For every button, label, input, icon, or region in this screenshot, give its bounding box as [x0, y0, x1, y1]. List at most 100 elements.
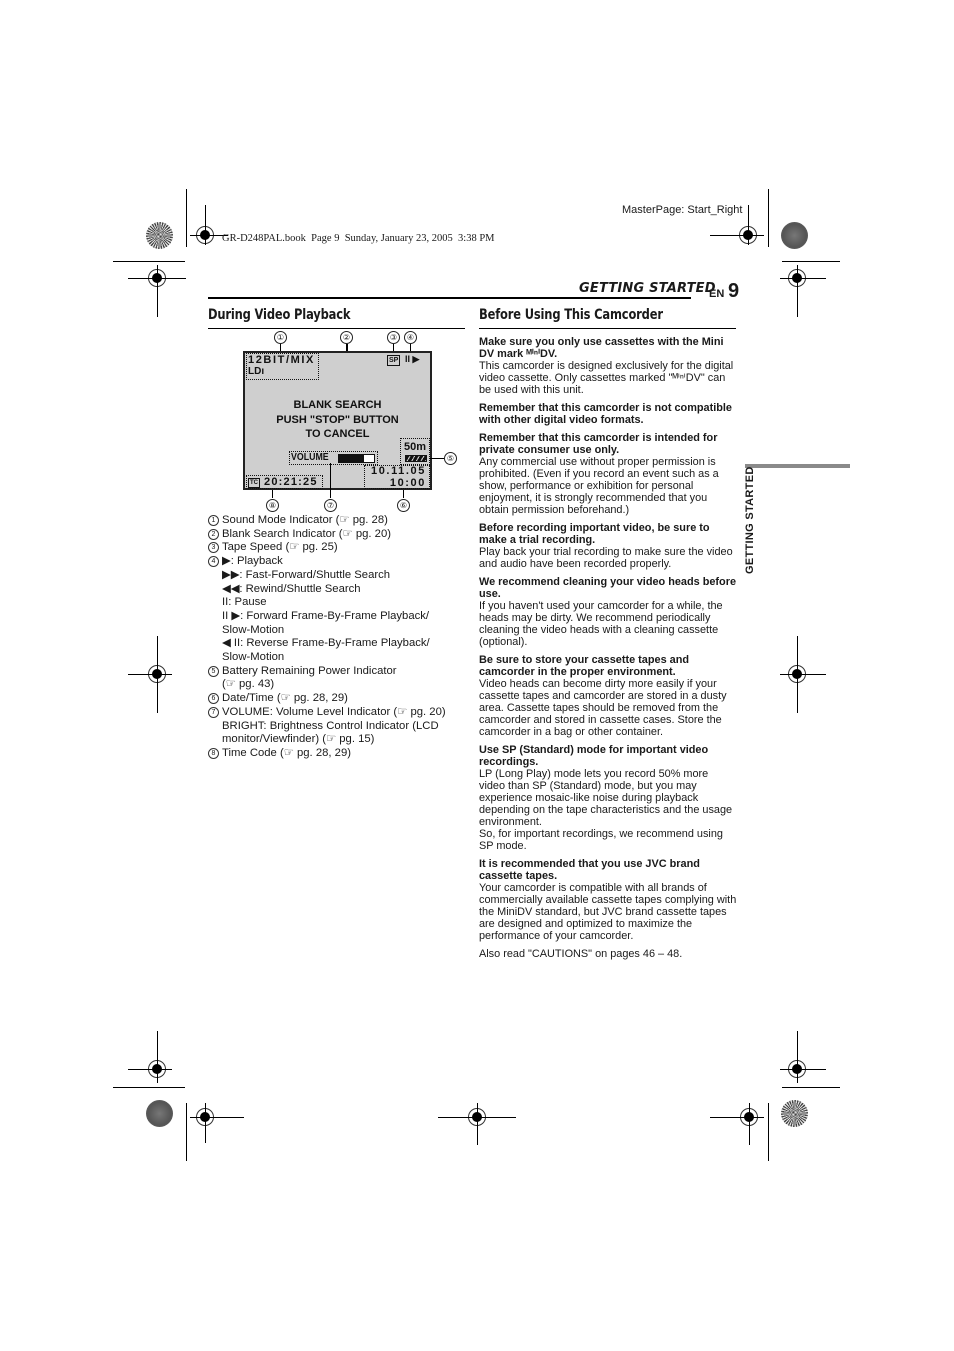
masterpage-label: MasterPage: Start_Right	[622, 204, 743, 216]
legend-item: 3 Tape Speed (☞ pg. 25)	[208, 541, 468, 555]
callout-8: ⑧	[266, 499, 279, 512]
blank-search-line-1: BLANK SEARCH	[293, 399, 382, 411]
section-title-before-using: Before Using This Camcorder	[479, 307, 663, 323]
book-slug: GR-D248PAL.book Page 9 Sunday, January 2…	[222, 233, 495, 244]
callout-5: ⑤	[444, 452, 457, 465]
precaution-body: Video heads can become dirty more easily…	[479, 678, 727, 738]
legend-item: 8 Time Code (☞ pg. 28, 29)	[208, 747, 468, 761]
crop-line	[782, 1087, 840, 1088]
precaution-heading: Remember that this camcorder is not comp…	[479, 402, 732, 426]
legend-item: 7 VOLUME: Volume Level Indicator (☞ pg. 2…	[208, 706, 468, 720]
legend-text: (☞ pg. 43)	[222, 678, 275, 691]
legend-item: 1 Sound Mode Indicator (☞ pg. 28)	[208, 514, 468, 528]
precaution-heading: Use SP (Standard) mode for important vid…	[479, 744, 709, 768]
reg-line	[797, 265, 798, 317]
legend-item: ◀ II: Reverse Frame-By-Frame Playback/	[208, 637, 468, 651]
precaution-paragraph: Before recording important video, be sur…	[479, 522, 737, 570]
crop-line	[113, 261, 185, 262]
reg-line	[190, 1117, 244, 1118]
legend-item: (☞ pg. 43)	[208, 678, 468, 692]
precaution-body: Any commercial use without proper permis…	[479, 456, 719, 516]
ld-indicator: LDı	[248, 366, 265, 377]
legend-number: 5	[208, 665, 219, 677]
callout-2: ②	[340, 331, 353, 344]
reg-line	[780, 1069, 826, 1070]
reg-line	[797, 636, 798, 713]
precaution-paragraph: Make sure you only use cassettes with th…	[479, 336, 737, 396]
color-target-icon	[146, 222, 173, 249]
reg-line	[780, 278, 826, 279]
legend-number: 2	[208, 528, 219, 540]
callout-3: ③	[387, 331, 400, 344]
legend-text: ▶: Playback	[222, 555, 283, 568]
legend-text: Time Code (☞ pg. 28, 29)	[222, 746, 352, 759]
precaution-body: This camcorder is designed exclusively f…	[479, 360, 734, 396]
legend-text: Sound Mode Indicator (☞ pg. 28)	[222, 514, 388, 526]
reg-line	[710, 1117, 764, 1118]
battery-icon	[405, 455, 427, 462]
precaution-paragraph: Remember that this camcorder is not comp…	[479, 402, 737, 426]
legend-text: II ▶: Forward Frame-By-Frame Playback/	[222, 609, 430, 622]
precaution-paragraph: Remember that this camcorder is intended…	[479, 432, 737, 516]
precaution-body: Your camcorder is compatible with all br…	[479, 882, 737, 942]
precaution-heading: It is recommended that you use JVC brand…	[479, 858, 700, 882]
tape-speed-indicator: SP	[387, 355, 401, 366]
reg-line	[205, 1103, 206, 1143]
legend-text: ◀ II: Reverse Frame-By-Frame Playback/	[222, 637, 430, 650]
precautions-body: Make sure you only use cassettes with th…	[479, 336, 737, 966]
legend-text: II: Pause	[222, 596, 267, 609]
leader-line	[272, 490, 273, 498]
legend-item: monitor/Viewfinder) (☞ pg. 15)	[208, 733, 468, 747]
reg-line	[157, 265, 158, 317]
language-code: EN	[709, 288, 725, 300]
legend-text: Blank Search Indicator (☞ pg. 20)	[222, 527, 391, 540]
reg-line	[157, 636, 158, 713]
callout-6: ⑥	[397, 499, 410, 512]
crop-line	[113, 1087, 185, 1088]
legend-number: 8	[208, 747, 219, 759]
precaution-paragraph: We recommend cleaning your video heads b…	[479, 576, 737, 648]
reg-line	[710, 235, 764, 236]
crop-line	[768, 1103, 769, 1161]
section-title-playback: During Video Playback	[208, 307, 351, 323]
legend-item: 6 Date/Time (☞ pg. 28, 29)	[208, 692, 468, 706]
lcd-screen: 12BIT/MIX LDı SP II ▶ BLANK SEARCH PUSH …	[243, 351, 432, 490]
header-rule	[208, 297, 691, 299]
section-rule	[479, 328, 736, 329]
reg-line	[205, 205, 206, 245]
precaution-body: Play back your trial recording to make s…	[479, 546, 733, 570]
legend-number: 6	[208, 693, 219, 705]
volume-label: VOLUME	[291, 452, 329, 463]
volume-level-bar	[338, 454, 375, 463]
callout-4: ④	[404, 331, 417, 344]
crop-line	[782, 261, 840, 262]
legend-item: II ▶: Forward Frame-By-Frame Playback/	[208, 610, 468, 624]
legend-number: 7	[208, 706, 219, 718]
color-target-icon	[781, 222, 808, 249]
legend-text: VOLUME: Volume Level Indicator (☞ pg. 20…	[222, 705, 446, 718]
legend-text: Tape Speed (☞ pg. 25)	[222, 541, 338, 554]
legend-text: monitor/Viewfinder) (☞ pg. 15)	[222, 733, 375, 746]
time-display: 10:00	[389, 477, 426, 489]
leader-line	[403, 490, 404, 498]
precaution-body: So, for important recordings, we recomme…	[479, 828, 723, 852]
legend-item: BRIGHT: Brightness Control Indicator (LC…	[208, 720, 468, 734]
indicator-legend-list: 1 Sound Mode Indicator (☞ pg. 28) 2 Blank S…	[208, 514, 468, 761]
precaution-paragraph: Use SP (Standard) mode for important vid…	[479, 744, 737, 852]
reg-line	[128, 674, 172, 675]
side-tab: GETTING STARTED	[744, 466, 756, 574]
precaution-body: If you haven't used your camcorder for a…	[479, 600, 723, 648]
legend-text: ◀◀: Rewind/Shuttle Search	[222, 582, 361, 595]
precaution-heading: Be sure to store your cassette tapes and…	[479, 654, 690, 678]
running-title: GETTING STARTED	[579, 281, 716, 296]
timecode-display: 20:21:25	[264, 476, 318, 488]
legend-number: 1	[208, 515, 219, 526]
precaution-paragraph: Also read "CAUTIONS" on pages 46 – 48.	[479, 948, 737, 960]
legend-text: BRIGHT: Brightness Control Indicator (LC…	[222, 719, 439, 732]
precaution-paragraph: It is recommended that you use JVC brand…	[479, 858, 737, 942]
page-number: 9	[728, 280, 740, 302]
remaining-time: 50m	[404, 441, 427, 453]
legend-number: 3	[208, 542, 219, 554]
crop-line	[186, 1103, 187, 1161]
legend-item: 5 Battery Remaining Power Indicator	[208, 665, 468, 679]
